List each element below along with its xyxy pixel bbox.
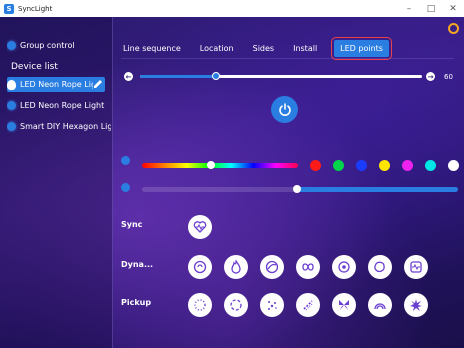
row-label-pickup: Pickup — [121, 298, 152, 307]
speed-decrease-icon[interactable]: ← — [124, 72, 133, 81]
title-bar: S SyncLight – □ ✕ — [0, 0, 464, 17]
sidebar-item-device-2[interactable]: LED Neon Rope Light — [7, 99, 111, 112]
color-swatch-7[interactable] — [448, 160, 459, 171]
app-main: Group control Device list LED Neon Rope … — [0, 17, 464, 348]
speed-value: 60 — [444, 73, 453, 81]
sidebar-item-group-control[interactable]: Group control — [7, 39, 75, 52]
device-list-heading: Device list — [11, 62, 58, 72]
tab-led-points[interactable]: LED points — [331, 37, 392, 60]
dotted-ring-icon[interactable] — [188, 293, 212, 317]
power-button[interactable] — [271, 96, 298, 123]
heartbeat-frame-icon[interactable] — [404, 255, 428, 279]
brightness-icon — [121, 183, 130, 192]
row-label-dynamic: Dyna... — [121, 260, 154, 269]
device-dot-icon — [7, 101, 16, 110]
sidebar-item-label: LED Neon Rope Light — [20, 101, 105, 110]
tab-install[interactable]: Install — [291, 41, 319, 56]
butterfly-icon[interactable] — [332, 293, 356, 317]
brightness-slider-thumb[interactable] — [292, 185, 301, 193]
sidebar-item-device-1[interactable]: LED Neon Rope Light — [7, 78, 93, 91]
sidebar-item-label: LED Neon Rope Light — [20, 80, 93, 89]
color-slider-thumb[interactable] — [206, 161, 215, 169]
spiral-icon[interactable] — [188, 255, 212, 279]
color-swatch-1[interactable] — [310, 160, 321, 171]
blob-icon[interactable] — [368, 255, 392, 279]
sidebar-item-device-3[interactable]: Smart DIY Hexagon Light — [7, 120, 111, 133]
heart-pulse-icon[interactable] — [188, 215, 212, 239]
app-logo-icon: S — [4, 3, 14, 14]
sidebar: Group control Device list LED Neon Rope … — [0, 17, 113, 348]
speed-increase-icon[interactable]: → — [426, 72, 435, 81]
tab-bar: Line sequence Location Sides Install LED… — [121, 37, 454, 60]
power-icon — [278, 102, 291, 116]
group-dot-icon — [7, 41, 16, 50]
dashed-ring-icon[interactable] — [224, 293, 248, 317]
device-dot-icon — [7, 122, 16, 131]
color-swatch-5[interactable] — [402, 160, 413, 171]
confetti-icon[interactable] — [296, 293, 320, 317]
starburst-icon[interactable] — [404, 293, 428, 317]
tab-sides[interactable]: Sides — [251, 41, 276, 56]
infinity-icon[interactable] — [296, 255, 320, 279]
minimize-button[interactable]: – — [398, 0, 420, 17]
target-icon[interactable] — [332, 255, 356, 279]
color-swatch-4[interactable] — [379, 160, 390, 171]
settings-gear-icon[interactable] — [448, 23, 459, 34]
swirl-icon[interactable] — [260, 255, 284, 279]
speed-slider-fill — [140, 75, 217, 78]
color-swatch-3[interactable] — [356, 160, 367, 171]
palette-icon — [121, 156, 130, 165]
window-title: SyncLight — [18, 4, 53, 13]
close-button[interactable]: ✕ — [442, 0, 464, 17]
bulb-icon — [7, 79, 16, 90]
tab-line-sequence[interactable]: Line sequence — [121, 41, 183, 56]
color-spectrum-slider[interactable] — [142, 163, 298, 168]
color-swatch-2[interactable] — [333, 160, 344, 171]
rainbow-icon[interactable] — [368, 293, 392, 317]
sidebar-item-label: Smart DIY Hexagon Light — [20, 122, 111, 131]
flame-icon[interactable] — [224, 255, 248, 279]
maximize-button[interactable]: □ — [420, 0, 442, 17]
speed-slider-thumb[interactable] — [212, 72, 221, 80]
color-swatch-6[interactable] — [425, 160, 436, 171]
edit-icon[interactable] — [93, 79, 103, 89]
row-label-sync: Sync — [121, 220, 143, 229]
sparkle-cluster-icon[interactable] — [260, 293, 284, 317]
sidebar-item-label: Group control — [20, 41, 75, 50]
tab-location[interactable]: Location — [198, 41, 236, 56]
